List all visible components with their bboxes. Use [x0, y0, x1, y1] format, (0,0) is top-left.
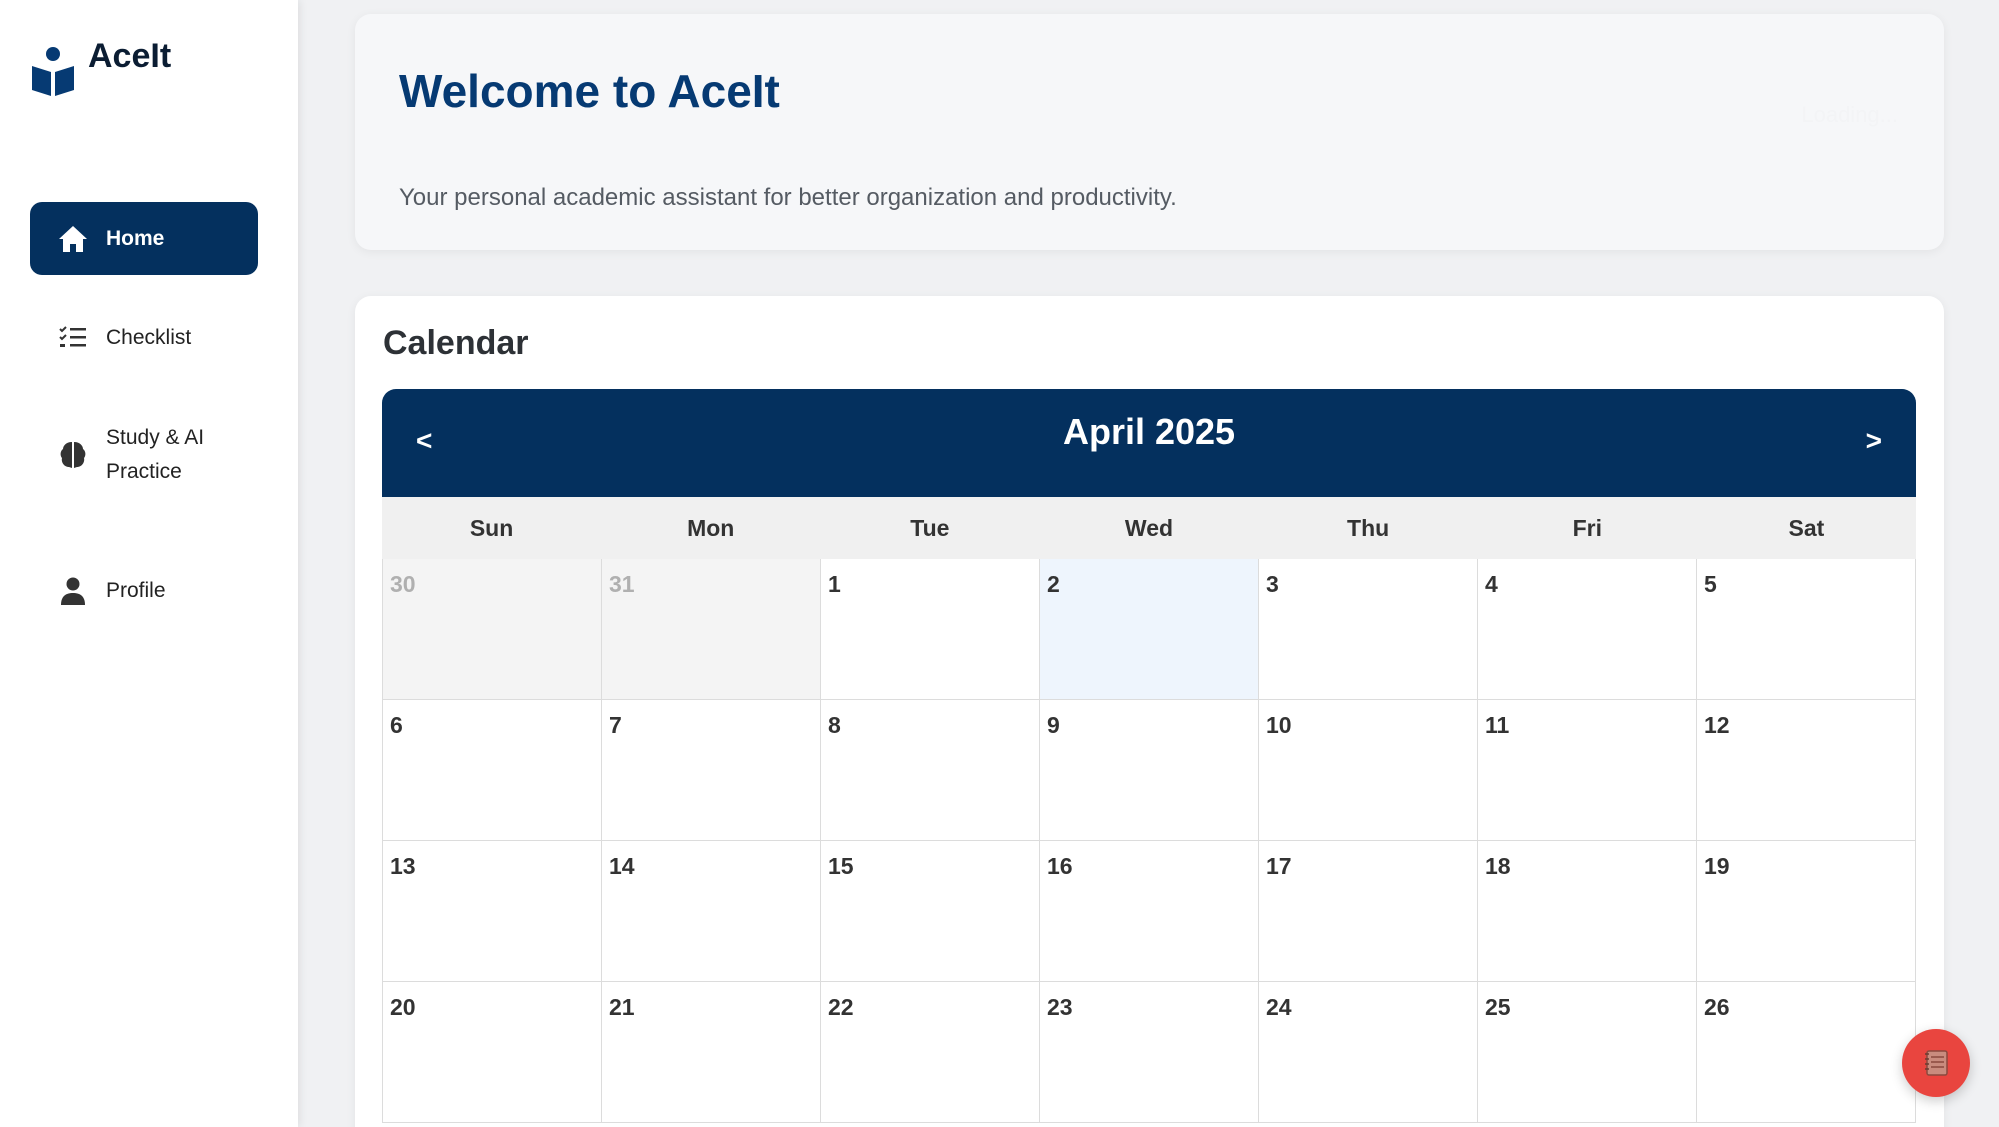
calendar-day[interactable]: 5: [1697, 559, 1916, 700]
home-icon: [58, 224, 88, 254]
calendar-title: Calendar: [383, 324, 529, 362]
day-number: 3: [1266, 571, 1279, 597]
day-number: 11: [1485, 712, 1510, 738]
calendar-day[interactable]: 12: [1697, 700, 1916, 841]
weekday-label: Wed: [1124, 515, 1174, 541]
day-number: 6: [390, 712, 403, 738]
day-number: 25: [1485, 994, 1511, 1020]
calendar-day[interactable]: 3: [1259, 559, 1478, 700]
day-number: 30: [390, 571, 416, 597]
calendar-day[interactable]: 15: [821, 841, 1040, 982]
page-title: Welcome to AceIt: [399, 65, 780, 117]
day-number: 7: [609, 712, 622, 738]
day-number: 21: [609, 994, 635, 1020]
weekday-label: Mon: [687, 515, 735, 541]
weekday-label: Fri: [1572, 515, 1602, 541]
brand[interactable]: AceIt: [30, 38, 171, 98]
calendar-day[interactable]: 23: [1040, 982, 1259, 1123]
day-number: 17: [1266, 853, 1292, 879]
calendar-day[interactable]: 17: [1259, 841, 1478, 982]
calendar-day[interactable]: 7: [602, 700, 821, 841]
welcome-card: Welcome to AceIt Loading... Your persona…: [355, 14, 1944, 250]
brain-icon: [58, 440, 88, 470]
sidebar-item-profile[interactable]: Profile: [30, 562, 258, 620]
weekday-label: Sat: [1788, 515, 1825, 541]
calendar-day[interactable]: 1: [821, 559, 1040, 700]
calendar-day[interactable]: 4: [1478, 559, 1697, 700]
day-number: 13: [390, 853, 416, 879]
day-number: 18: [1485, 853, 1511, 879]
day-number: 4: [1485, 571, 1498, 597]
notebook-icon: [1925, 1050, 1948, 1076]
calendar-header: < April 2025 >: [382, 389, 1916, 497]
day-number: 14: [609, 853, 635, 879]
day-number: 19: [1704, 853, 1730, 879]
sidebar-nav: Home Checklist Study & AI Practice Profi…: [30, 202, 258, 605]
day-number: 15: [828, 853, 854, 879]
app-root: AceIt Home Checklist Study & AI Practice…: [0, 0, 1999, 1127]
day-number: 22: [828, 994, 854, 1020]
day-number: 24: [1266, 994, 1292, 1020]
sidebar-item-home[interactable]: Home: [30, 202, 258, 275]
weekday-row: Sun Mon Tue Wed Thu Fri Sat: [382, 497, 1916, 559]
day-number: 23: [1047, 994, 1073, 1020]
calendar-day[interactable]: 24: [1259, 982, 1478, 1123]
calendar-day[interactable]: 10: [1259, 700, 1478, 841]
calendar-day[interactable]: 19: [1697, 841, 1916, 982]
sidebar-item-checklist[interactable]: Checklist: [30, 309, 258, 367]
calendar-day[interactable]: 9: [1040, 700, 1259, 841]
calendar-day[interactable]: 14: [602, 841, 821, 982]
day-number: 12: [1704, 712, 1730, 738]
sidebar-item-label: Profile: [106, 579, 166, 602]
calendar-day-outside-month[interactable]: 30: [383, 559, 602, 700]
month-label: April 2025: [1062, 411, 1236, 452]
calendar-day[interactable]: 26: [1697, 982, 1916, 1123]
sidebar-item-label: Study & AI Practice: [106, 426, 205, 483]
brand-name: AceIt: [88, 37, 172, 75]
day-number: 31: [609, 571, 635, 597]
day-number: 2: [1047, 571, 1060, 597]
next-month-button[interactable]: >: [1866, 425, 1882, 457]
calendar-day[interactable]: 22: [821, 982, 1040, 1123]
day-number: 26: [1704, 994, 1730, 1020]
welcome-subtitle: Your personal academic assistant for bet…: [399, 184, 1177, 211]
day-number: 5: [1704, 571, 1717, 597]
user-icon: [58, 576, 88, 606]
calendar-day[interactable]: 11: [1478, 700, 1697, 841]
sidebar-item-study-ai-practice[interactable]: Study & AI Practice: [30, 415, 258, 495]
day-number: 1: [828, 571, 841, 597]
calendar-day[interactable]: 21: [602, 982, 821, 1123]
day-number: 10: [1266, 712, 1292, 738]
calendar-day[interactable]: 25: [1478, 982, 1697, 1123]
calendar-day[interactable]: 20: [383, 982, 602, 1123]
day-number: 9: [1047, 712, 1060, 738]
sidebar: AceIt Home Checklist Study & AI Practice…: [0, 0, 298, 1127]
day-number: 20: [390, 994, 416, 1020]
calendar-day[interactable]: 16: [1040, 841, 1259, 982]
book-reader-icon: [32, 47, 74, 96]
day-number: 8: [828, 712, 841, 738]
weekday-label: Tue: [910, 515, 950, 541]
notes-fab-button[interactable]: [1902, 1029, 1970, 1097]
sidebar-item-label: Checklist: [106, 326, 192, 349]
calendar-day[interactable]: 18: [1478, 841, 1697, 982]
calendar-day-outside-month[interactable]: 31: [602, 559, 821, 700]
calendar-day-grid: 30 31 1 2 3 4 5 6 7 8 9 10 11 12 13 14 15 16 17 18 19 20 21 22 2…: [382, 559, 1916, 1123]
calendar-card: Calendar < April 2025 > Sun Mon Tue Wed …: [355, 296, 1944, 1127]
calendar-day[interactable]: 13: [383, 841, 602, 982]
day-number: 16: [1047, 853, 1073, 879]
weekday-label: Sun: [469, 515, 514, 541]
weekday-label: Thu: [1347, 515, 1390, 541]
loading-text: Loading...: [1801, 102, 1898, 127]
calendar-day[interactable]: 8: [821, 700, 1040, 841]
checklist-icon: [58, 323, 88, 353]
calendar-day-today[interactable]: 2: [1040, 559, 1259, 700]
sidebar-item-label: Home: [106, 226, 165, 250]
calendar-day[interactable]: 6: [383, 700, 602, 841]
